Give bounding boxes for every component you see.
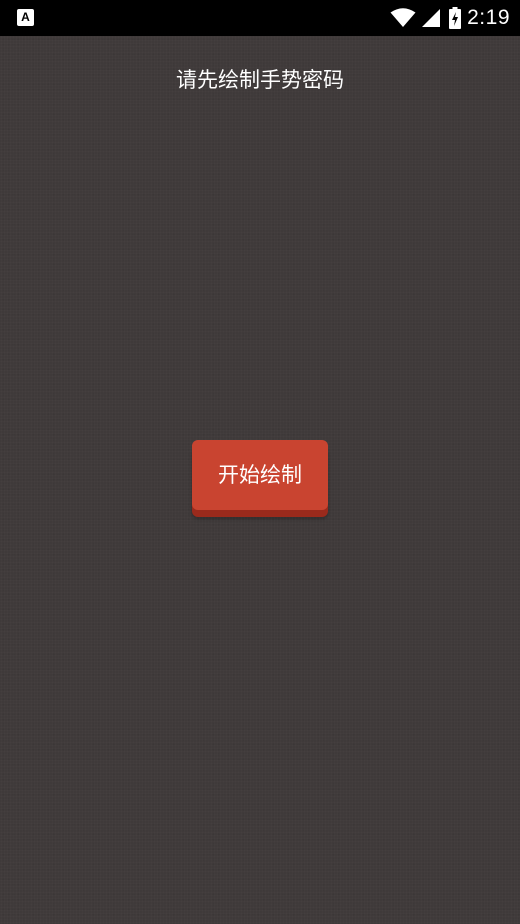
status-icons: 2:19	[390, 0, 510, 36]
start-drawing-button[interactable]: 开始绘制	[192, 440, 328, 510]
gesture-prompt-text: 请先绘制手势密码	[176, 68, 344, 92]
notification-a-icon: A	[17, 9, 34, 26]
wifi-icon	[390, 8, 416, 28]
battery-charging-icon	[449, 7, 462, 29]
cell-signal-icon	[420, 8, 441, 28]
status-clock: 2:19	[467, 6, 510, 29]
status-bar: A 2:19	[0, 0, 520, 36]
gesture-setup-screen: A 2:19 请先绘制手势密码 开始绘制	[0, 0, 520, 924]
